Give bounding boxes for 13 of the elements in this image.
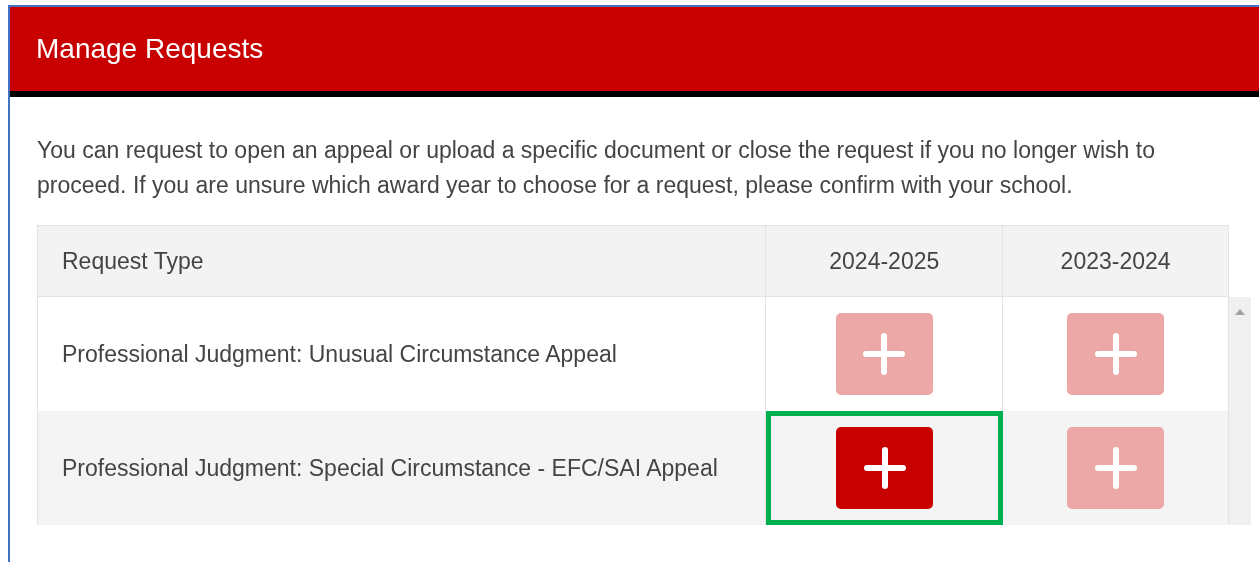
column-header: 2024-2025 [766, 226, 1004, 296]
plus-icon [1093, 332, 1138, 376]
intro-text: You can request to open an appeal or upload a specific document or close the request if you no longer wish to proceed. If you are unsure which award year to choose for a request, please confirm with your school. [37, 136, 1156, 200]
up-arrow-icon [1235, 309, 1245, 315]
scrollbar[interactable] [1229, 297, 1251, 525]
table-cell: Professional Judgment: Special Circumstance - EFC/SAI Appeal [38, 411, 767, 525]
panel-title: Manage Requests [36, 32, 264, 66]
plus-icon [862, 332, 907, 376]
add-button[interactable] [836, 427, 934, 509]
column-header: 2023-2024 [1003, 226, 1229, 296]
plus-icon [862, 446, 907, 490]
plus-icon [1093, 446, 1138, 490]
column-header: Request Type [38, 226, 767, 296]
